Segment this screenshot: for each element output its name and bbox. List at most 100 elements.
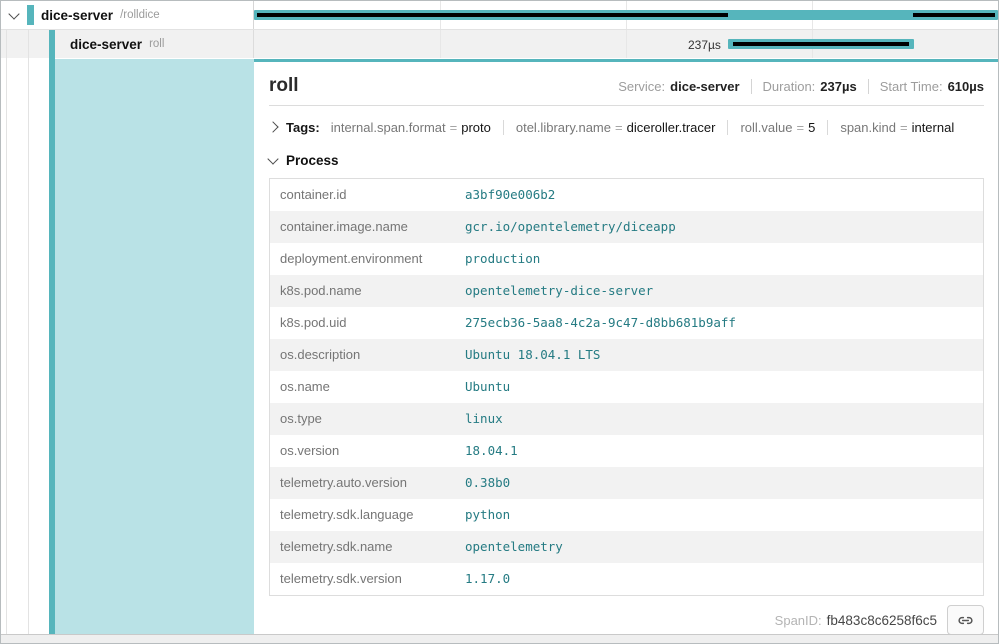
tag-equals: = (900, 120, 908, 135)
process-key: container.id (270, 179, 456, 212)
detail-footer: SpanID: fb483c8c6258f6c5 (269, 605, 984, 634)
process-key: k8s.pod.uid (270, 307, 456, 339)
process-table-row: os.nameUbuntu (270, 371, 984, 403)
tag-item: roll.value=5 (740, 120, 815, 135)
process-table-row: telemetry.auto.version0.38b0 (270, 467, 984, 499)
selected-span-detail-backdrop (55, 59, 254, 634)
process-key: os.type (270, 403, 456, 435)
process-value: linux (455, 403, 984, 435)
tag-key: roll.value (740, 120, 792, 135)
timeline-gridline (626, 30, 627, 58)
timeline-cell[interactable]: 237µs (254, 30, 998, 58)
process-key: telemetry.auto.version (270, 467, 456, 499)
process-accordion[interactable]: Process (269, 151, 984, 169)
tag-separator (503, 120, 504, 135)
duration-value: 237µs (820, 79, 856, 94)
span-row-rolldice[interactable]: dice-server /rolldice (1, 1, 998, 30)
process-value: a3bf90e006b2 (455, 179, 984, 212)
service-name: dice-server (41, 8, 113, 23)
process-key: telemetry.sdk.name (270, 531, 456, 563)
link-icon (957, 612, 974, 629)
process-table: container.ida3bf90e006b2container.image.… (269, 178, 984, 596)
tag-value: proto (461, 120, 491, 135)
process-key: k8s.pod.name (270, 275, 456, 307)
span-duration-label: 237µs (688, 38, 721, 52)
critical-path-segment (913, 13, 995, 17)
span-tree-cell[interactable]: dice-server roll (1, 30, 254, 58)
process-value: Ubuntu (455, 371, 984, 403)
process-value: 1.17.0 (455, 563, 984, 596)
critical-path-segment (733, 42, 909, 46)
critical-path-segment (257, 13, 728, 17)
process-table-row: container.ida3bf90e006b2 (270, 179, 984, 212)
start-time-value: 610µs (948, 79, 984, 94)
tag-separator (827, 120, 828, 135)
tag-key: internal.span.format (331, 120, 446, 135)
detail-header: roll Service: dice-server Duration: 237µ… (269, 75, 984, 97)
process-table-row: os.descriptionUbuntu 18.04.1 LTS (270, 339, 984, 371)
span-meta: Service: dice-server Duration: 237µs Sta… (618, 79, 984, 94)
duration-label: Duration: (763, 79, 816, 94)
process-table-row: k8s.pod.nameopentelemetry-dice-server (270, 275, 984, 307)
operation-name: /rolldice (120, 9, 160, 21)
process-key: os.version (270, 435, 456, 467)
process-value: Ubuntu 18.04.1 LTS (455, 339, 984, 371)
process-value: 18.04.1 (455, 435, 984, 467)
tag-equals: = (450, 120, 458, 135)
tag-value: internal (912, 120, 955, 135)
meta-separator (751, 79, 752, 94)
tags-label[interactable]: Tags: (286, 120, 320, 135)
process-key: telemetry.sdk.version (270, 563, 456, 596)
timeline-gridline (440, 30, 441, 58)
tree-indent-guide (28, 30, 29, 634)
process-table-row: container.image.namegcr.io/opentelemetry… (270, 211, 984, 243)
collapse-chevron-icon[interactable] (8, 8, 19, 19)
tag-equals: = (797, 120, 805, 135)
process-table-row: telemetry.sdk.languagepython (270, 499, 984, 531)
process-table-row: os.version18.04.1 (270, 435, 984, 467)
timeline-cell[interactable] (254, 1, 998, 29)
spanid-label: SpanID: (775, 613, 822, 628)
process-value: opentelemetry (455, 531, 984, 563)
process-table-row: k8s.pod.uid275ecb36-5aa8-4c2a-9c47-d8bb6… (270, 307, 984, 339)
spanid-value: fb483c8c6258f6c5 (827, 613, 937, 628)
service-value: dice-server (670, 79, 739, 94)
process-value: production (455, 243, 984, 275)
jaeger-span-detail-view: dice-server /rolldice dice-server roll 2… (0, 0, 999, 644)
process-table-row: os.typelinux (270, 403, 984, 435)
tag-key: span.kind (840, 120, 896, 135)
process-table-body: container.ida3bf90e006b2container.image.… (270, 179, 984, 596)
service-label: Service: (618, 79, 665, 94)
bottom-strip (1, 634, 998, 643)
tag-key: otel.library.name (516, 120, 611, 135)
process-value: gcr.io/opentelemetry/diceapp (455, 211, 984, 243)
tag-separator (727, 120, 728, 135)
header-divider (269, 105, 984, 106)
process-value: python (455, 499, 984, 531)
process-table-row: deployment.environmentproduction (270, 243, 984, 275)
span-tree-cell[interactable]: dice-server /rolldice (1, 1, 254, 29)
process-label[interactable]: Process (286, 153, 339, 168)
process-key: deployment.environment (270, 243, 456, 275)
span-row-roll[interactable]: dice-server roll 237µs (1, 30, 998, 58)
copy-span-link-button[interactable] (947, 605, 984, 634)
process-key: container.image.name (270, 211, 456, 243)
process-value: opentelemetry-dice-server (455, 275, 984, 307)
span-title: roll (269, 75, 299, 97)
tags-accordion[interactable]: Tags: internal.span.format=protootel.lib… (269, 118, 984, 136)
process-value: 275ecb36-5aa8-4c2a-9c47-d8bb681b9aff (455, 307, 984, 339)
tag-item: span.kind = internal (840, 120, 954, 135)
span-detail-panel: roll Service: dice-server Duration: 237µ… (254, 59, 998, 634)
tree-indent-guide (6, 30, 7, 634)
operation-name: roll (149, 38, 164, 50)
process-value: 0.38b0 (455, 467, 984, 499)
meta-separator (868, 79, 869, 94)
service-name: dice-server (70, 37, 142, 52)
start-time-label: Start Time: (880, 79, 943, 94)
chevron-down-icon[interactable] (267, 153, 278, 164)
process-table-row: telemetry.sdk.nameopentelemetry (270, 531, 984, 563)
process-key: os.name (270, 371, 456, 403)
tag-item: otel.library.name=diceroller.tracer (516, 120, 716, 135)
chevron-right-icon[interactable] (267, 121, 278, 132)
service-color-swatch (27, 5, 34, 25)
